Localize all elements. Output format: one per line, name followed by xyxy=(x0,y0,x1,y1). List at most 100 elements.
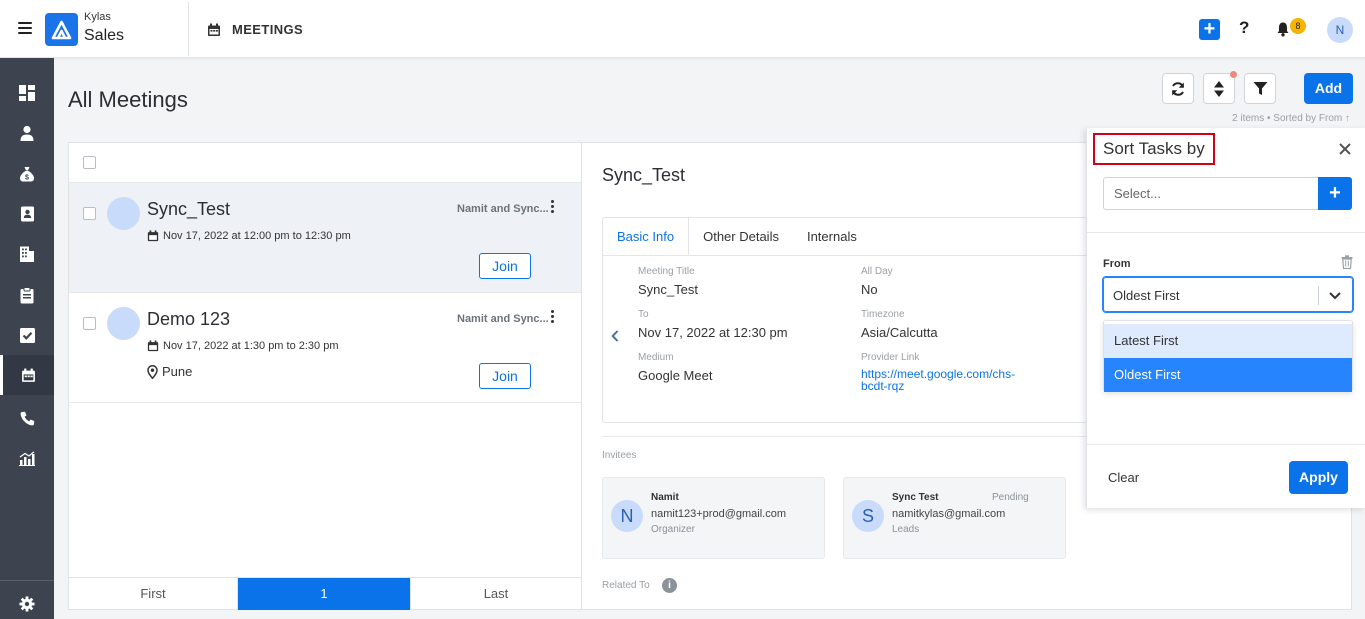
info-icon[interactable]: i xyxy=(662,578,677,593)
sort-button[interactable] xyxy=(1203,73,1235,104)
field-label: Timezone xyxy=(861,309,905,320)
field-all-day: All Day No xyxy=(861,266,893,297)
more-options-icon[interactable] xyxy=(551,200,555,215)
calendar-icon xyxy=(22,368,35,382)
kylas-logo[interactable] xyxy=(45,13,78,46)
field-value: No xyxy=(861,282,878,297)
field-value: Sync_Test xyxy=(638,282,698,297)
refresh-button[interactable] xyxy=(1162,73,1194,104)
meeting-location-text: Pune xyxy=(162,364,193,379)
sidebar: $ xyxy=(0,58,54,619)
notification-badge: 8 xyxy=(1290,18,1306,34)
meeting-participants: Namit and Sync... xyxy=(457,203,549,215)
list-item[interactable]: Sync_Test Namit and Sync... Nov 17, 2022… xyxy=(69,183,581,293)
first-page-button[interactable]: First xyxy=(69,578,238,610)
sidebar-item-tasks-clipboard[interactable] xyxy=(0,275,54,315)
provider-link[interactable]: https://meet.google.com/chs-bcdt-rqz xyxy=(861,368,1041,392)
help-icon[interactable]: ? xyxy=(1239,18,1249,38)
building-icon xyxy=(20,246,34,262)
invitees-label: Invitees xyxy=(602,450,637,461)
sidebar-item-reports[interactable] xyxy=(0,438,54,478)
menu-icon[interactable] xyxy=(18,22,32,35)
sidebar-item-calls[interactable] xyxy=(0,398,54,438)
last-page-button[interactable]: Last xyxy=(410,578,581,610)
sidebar-item-tasks[interactable] xyxy=(0,315,54,355)
dropdown-separator xyxy=(1318,286,1319,305)
related-to-label: Related To xyxy=(602,580,650,591)
more-options-icon[interactable] xyxy=(551,310,555,325)
sidebar-item-leads[interactable] xyxy=(0,194,54,234)
invitee-name: Sync Test xyxy=(892,492,939,503)
sort-field-select[interactable]: Select... xyxy=(1103,177,1319,210)
trash-icon[interactable] xyxy=(1341,255,1353,272)
calendar-icon xyxy=(207,23,221,40)
detail-title: Sync_Test xyxy=(602,165,686,185)
divider xyxy=(1087,444,1365,445)
tab-internals[interactable]: Internals xyxy=(793,218,871,255)
tab-basic-info[interactable]: Basic Info xyxy=(603,218,690,255)
filter-button[interactable] xyxy=(1244,73,1276,104)
avatar xyxy=(107,307,140,340)
sort-order-menu: Latest First Oldest First xyxy=(1103,320,1353,392)
sidebar-item-settings[interactable] xyxy=(0,584,54,619)
sort-icon xyxy=(1214,80,1224,97)
meeting-time: Nov 17, 2022 at 1:30 pm to 2:30 pm xyxy=(147,340,339,352)
bell-icon[interactable] xyxy=(1275,21,1291,40)
user-avatar[interactable]: N xyxy=(1327,17,1353,43)
join-button[interactable]: Join xyxy=(479,363,531,389)
brand-name: Kylas xyxy=(84,11,111,23)
chevron-left-icon[interactable] xyxy=(611,330,619,345)
meeting-title[interactable]: Demo 123 xyxy=(147,309,230,330)
apply-button[interactable]: Apply xyxy=(1289,461,1348,494)
add-sort-button[interactable]: + xyxy=(1318,177,1352,210)
location-pin-icon xyxy=(147,364,158,379)
avatar: S xyxy=(852,500,884,532)
sidebar-item-contacts[interactable] xyxy=(0,113,54,153)
quick-add-button[interactable]: + xyxy=(1199,19,1220,40)
sidebar-item-deals[interactable]: $ xyxy=(0,154,54,194)
sort-option-oldest-first[interactable]: Oldest First xyxy=(1104,358,1352,392)
sort-order-dropdown[interactable]: Oldest First xyxy=(1103,277,1353,312)
invitee-status: Pending xyxy=(992,492,1029,503)
select-all-checkbox[interactable] xyxy=(83,156,96,169)
meeting-time-text: Nov 17, 2022 at 1:30 pm to 2:30 pm xyxy=(163,340,339,352)
chevron-down-icon[interactable] xyxy=(1328,289,1342,304)
money-bag-icon: $ xyxy=(20,167,34,182)
bar-chart-icon xyxy=(19,450,35,466)
list-header xyxy=(69,143,581,183)
current-page-button[interactable]: 1 xyxy=(238,578,410,610)
row-checkbox[interactable] xyxy=(83,317,96,330)
invitee-role: Leads xyxy=(892,524,920,535)
clipboard-icon xyxy=(20,286,34,303)
meeting-list: Sync_Test Namit and Sync... Nov 17, 2022… xyxy=(68,142,582,610)
invitee-email: namitkylas@gmail.com xyxy=(892,508,1006,520)
meeting-time: Nov 17, 2022 at 12:00 pm to 12:30 pm xyxy=(147,230,351,242)
sidebar-item-dashboard[interactable] xyxy=(0,73,54,113)
invitee-name: Namit xyxy=(651,492,679,503)
field-label: Meeting Title xyxy=(638,266,695,277)
filter-icon xyxy=(1253,82,1267,95)
clear-button[interactable]: Clear xyxy=(1108,470,1139,485)
tab-other-details[interactable]: Other Details xyxy=(689,218,793,255)
row-checkbox[interactable] xyxy=(83,207,96,220)
checkbox-icon xyxy=(19,327,35,343)
sort-option-latest-first[interactable]: Latest First xyxy=(1104,324,1352,358)
sidebar-item-companies[interactable] xyxy=(0,234,54,274)
field-provider-link: Provider Link https://meet.google.com/ch… xyxy=(861,352,1041,392)
list-item[interactable]: Demo 123 Namit and Sync... Nov 17, 2022 … xyxy=(69,293,581,403)
brand-product: Sales xyxy=(84,27,125,44)
sidebar-item-meetings[interactable] xyxy=(0,355,54,395)
close-icon[interactable] xyxy=(1338,142,1352,159)
field-label: To xyxy=(638,309,649,320)
meeting-title[interactable]: Sync_Test xyxy=(147,199,230,220)
sort-active-indicator xyxy=(1230,71,1237,78)
field-value: Google Meet xyxy=(638,368,713,383)
person-icon xyxy=(20,125,34,141)
add-button[interactable]: Add xyxy=(1304,73,1353,104)
join-button[interactable]: Join xyxy=(479,253,531,279)
meeting-location: Pune xyxy=(147,364,192,379)
top-bar: Kylas Sales MEETINGS + ? 8 N xyxy=(0,0,1365,58)
module-title: MEETINGS xyxy=(232,22,304,37)
sort-order-value: Oldest First xyxy=(1113,288,1180,303)
field-value: Nov 17, 2022 at 12:30 pm xyxy=(638,325,788,340)
